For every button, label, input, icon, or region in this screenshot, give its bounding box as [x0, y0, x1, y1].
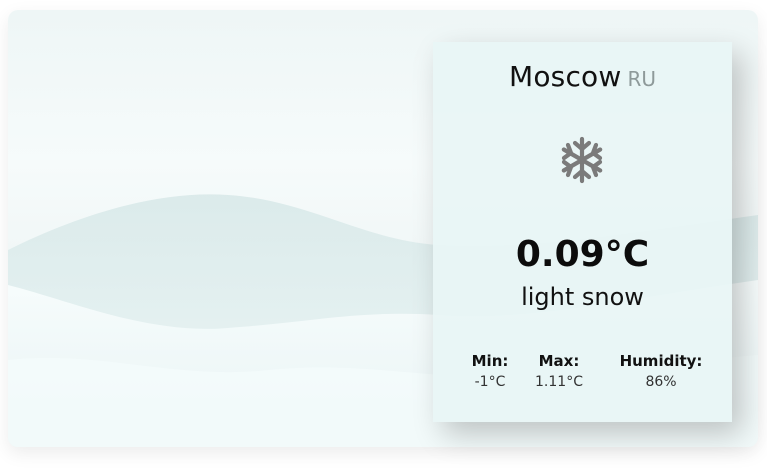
humidity-label: Humidity: [619, 352, 703, 370]
max-label: Max: [538, 352, 580, 370]
humidity-value: 86% [645, 374, 677, 390]
temperature: 0.09°C [515, 234, 650, 275]
snowflake-icon [556, 134, 608, 186]
location-row: Moscow RU [433, 60, 732, 93]
weather-description: light snow [521, 283, 644, 311]
max-temperature-stat: Max: 1.11°C [514, 352, 604, 390]
humidity-stat: Humidity: 86% [606, 352, 716, 390]
max-value: 1.11°C [535, 374, 583, 390]
weather-card: Moscow RU 0.09°C light snow Min: -1°C Max… [433, 42, 732, 422]
city-name: Moscow [508, 60, 622, 93]
country-code: RU [627, 67, 657, 91]
